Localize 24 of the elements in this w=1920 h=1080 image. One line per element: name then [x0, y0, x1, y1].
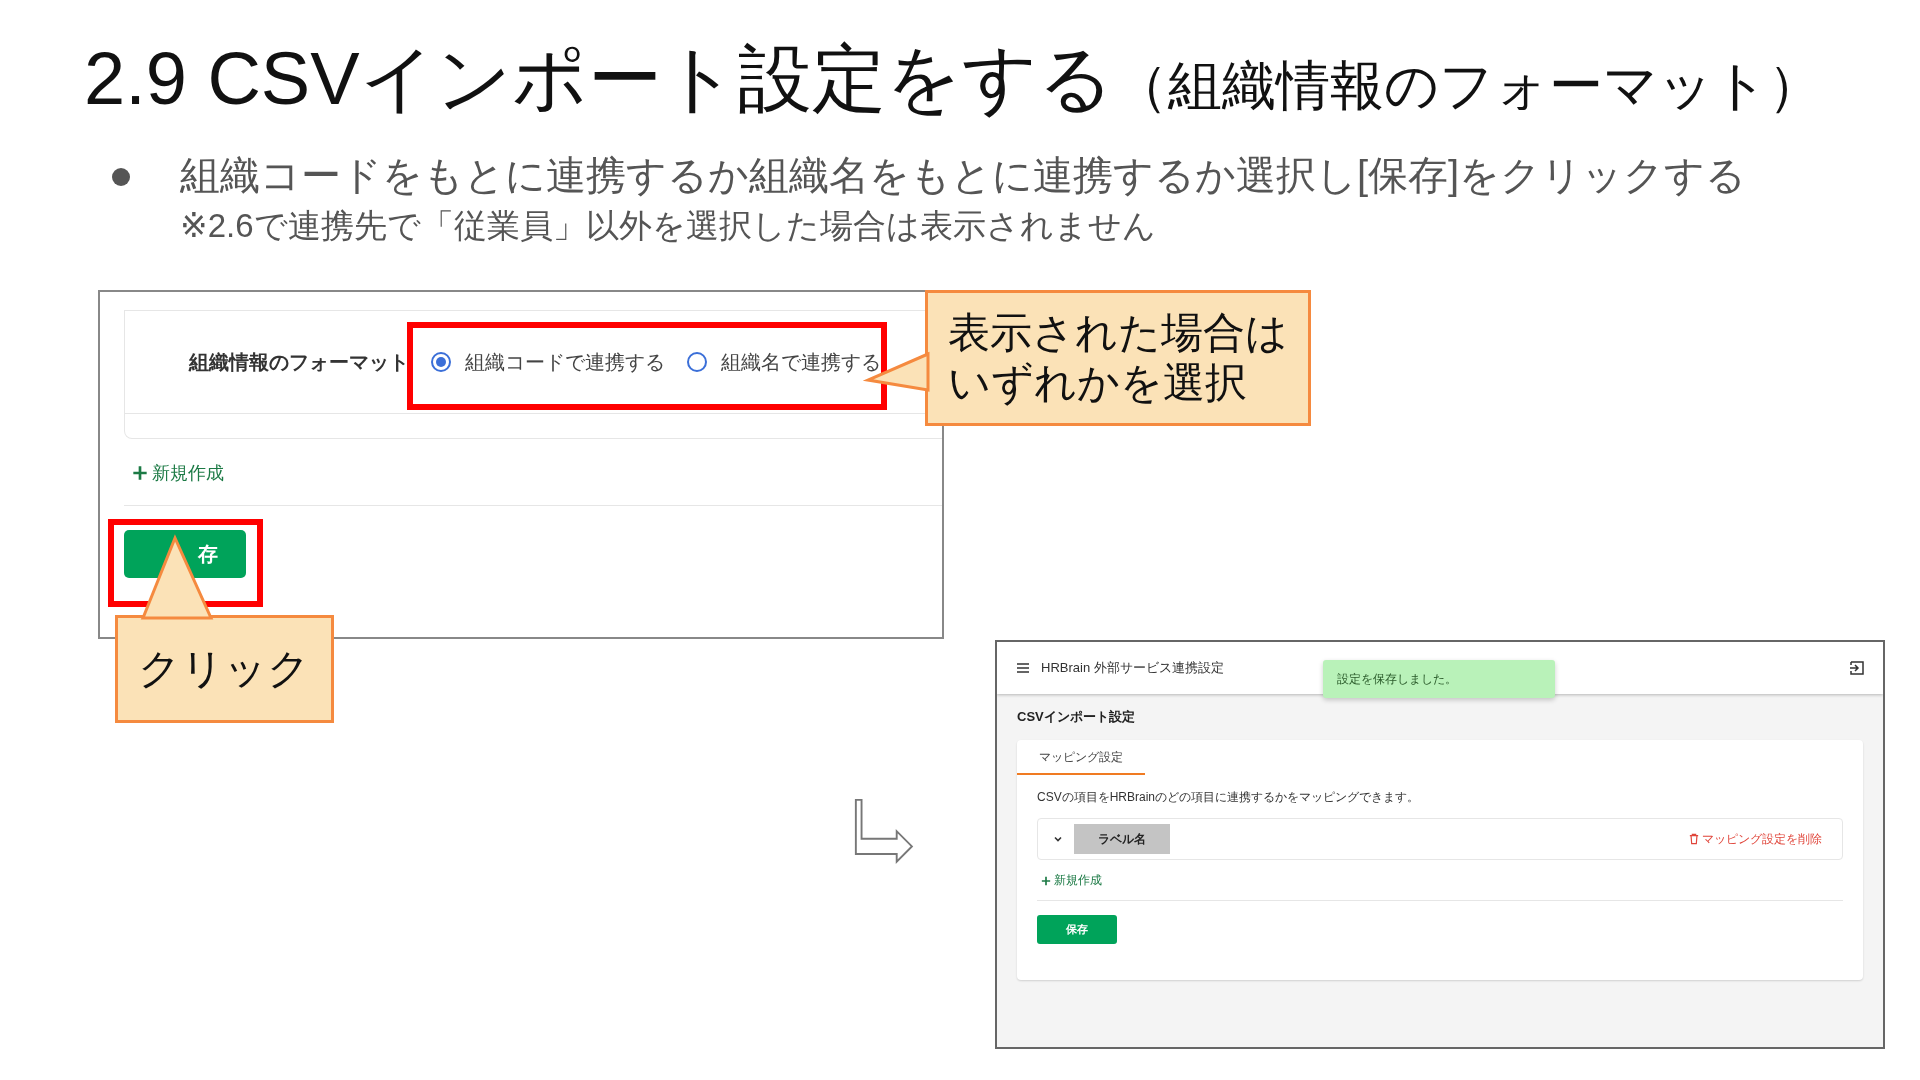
tab[interactable]: マッピング設定 [1017, 740, 1145, 775]
add-new-link[interactable]: 新規作成 [1041, 872, 1102, 889]
add-new-link[interactable]: 新規作成 [132, 461, 224, 485]
delete-mapping-link[interactable]: マッピング設定を削除 [1689, 830, 1822, 848]
toast-message: 設定を保存しました。 [1323, 660, 1555, 698]
save-button[interactable]: 保存 [1037, 914, 1117, 944]
slide-subtitle: （組織情報のフォーマット） [1113, 54, 1822, 117]
plus-icon[interactable] [1041, 875, 1051, 886]
app-title: HRBrain 外部サービス連携設定 [1041, 659, 1224, 677]
logout-icon[interactable] [1849, 660, 1865, 676]
slide-title: 2.9 CSVインポート設定をする [84, 36, 1114, 122]
description-text: CSVの項目をHRBrainのどの項目に連携するかをマッピングできます。 [1037, 789, 1421, 806]
note-text: ※2.6で連携先で「従業員」以外を選択した場合は表示されません [180, 206, 1156, 246]
plus-icon[interactable] [132, 465, 148, 481]
callout: 表示された場合はいずれかを選択 [925, 290, 1311, 426]
page-title: CSVインポート設定 [1017, 708, 1136, 726]
radio-option[interactable]: 組織名で連携する [687, 348, 881, 376]
trash-icon[interactable] [1689, 833, 1699, 845]
field-label: 組織情報のフォーマット [189, 349, 409, 375]
radio-option[interactable]: 組織コードで連携する [431, 348, 665, 376]
bullet-icon [112, 168, 130, 186]
menu-icon[interactable] [1015, 660, 1031, 676]
label-chip: ラベル名 [1074, 824, 1170, 854]
bullet-text: 組織コードをもとに連携するか組織名をもとに連携するか選択し[保存]をクリックする [180, 152, 1747, 199]
